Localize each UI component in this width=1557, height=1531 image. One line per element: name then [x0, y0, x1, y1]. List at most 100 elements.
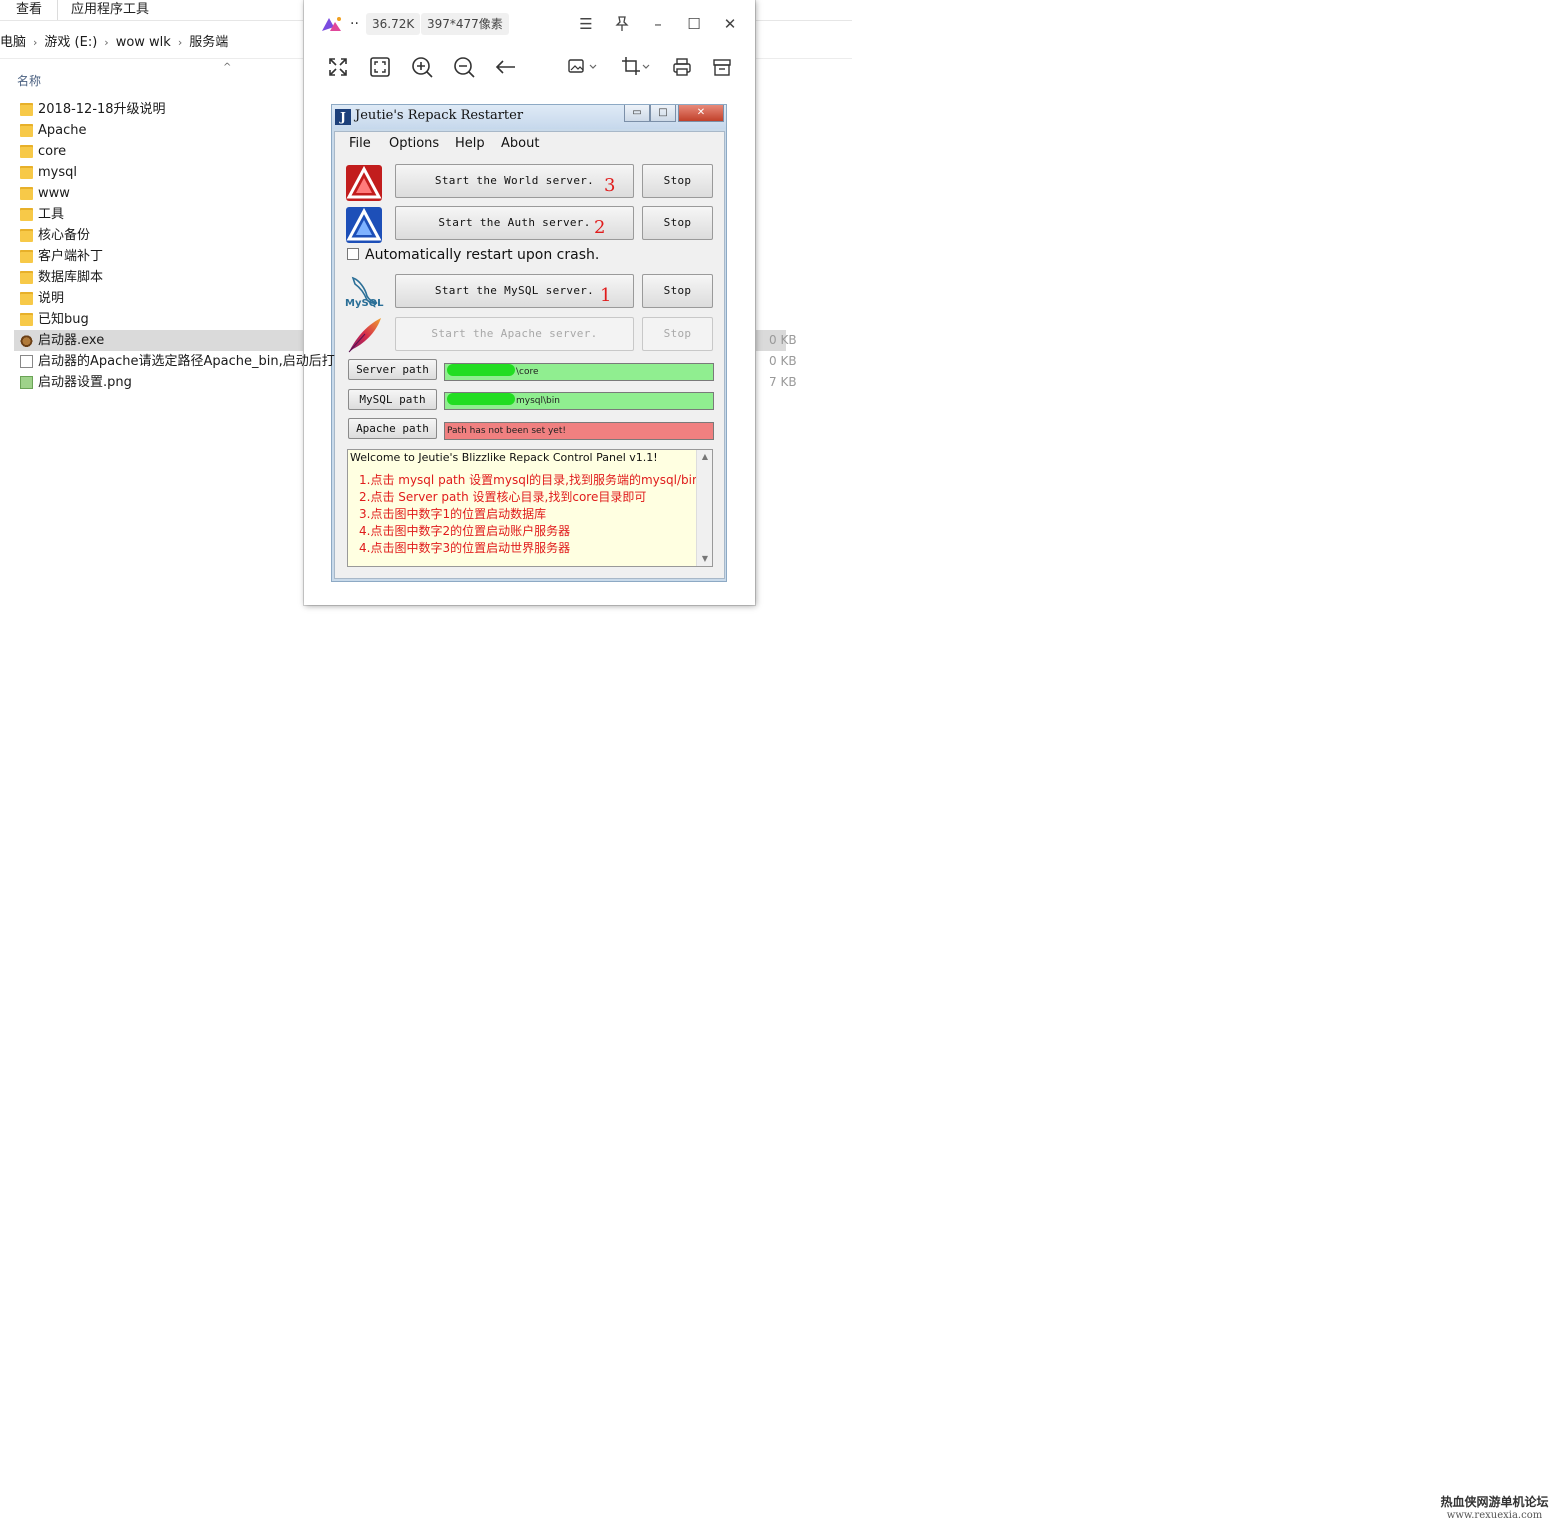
list-item[interactable]: www: [14, 183, 314, 204]
crop-icon[interactable]: [619, 54, 653, 80]
ribbon-tab-app-tools[interactable]: 应用程序工具: [71, 0, 149, 20]
pin-icon[interactable]: [610, 12, 634, 36]
mysql-path-field: mysql\bin: [444, 392, 714, 410]
folder-icon: [20, 313, 33, 326]
back-arrow-icon[interactable]: [493, 54, 519, 80]
menu-icon[interactable]: ☰: [574, 12, 598, 36]
chevron-right-icon: ›: [177, 36, 183, 49]
file-list: 2018-12-18升级说明 Apache core mysql www 工具 …: [14, 99, 797, 393]
list-item[interactable]: mysql: [14, 162, 314, 183]
breadcrumb-item-drive[interactable]: 游戏 (E:): [44, 33, 97, 53]
start-mysql-server-button[interactable]: Start the MySQL server.: [395, 274, 634, 308]
fit-window-icon[interactable]: [367, 54, 393, 80]
list-item[interactable]: 核心备份: [14, 225, 314, 246]
stop-apache-server-button[interactable]: Stop: [642, 317, 713, 351]
menu-options[interactable]: Options: [389, 136, 439, 151]
annotation-number-3: 3: [604, 175, 616, 196]
app-body: File Options Help About Start the World …: [334, 131, 725, 579]
column-header-name[interactable]: 名称: [17, 72, 41, 89]
checkbox-box[interactable]: [347, 248, 359, 260]
image-file-icon: [20, 376, 33, 389]
auto-restart-label: Automatically restart upon crash.: [365, 247, 600, 263]
apache-path-field: Path has not been set yet!: [444, 422, 714, 440]
start-world-server-button[interactable]: Start the World server.: [395, 164, 634, 198]
annotation-number-2: 2: [594, 217, 606, 238]
list-item[interactable]: 工具: [14, 204, 314, 225]
server-path-button[interactable]: Server path: [348, 359, 437, 380]
app-maximize-icon[interactable]: □: [650, 105, 676, 122]
watermark-title: 热血侠网游单机论坛: [1440, 1495, 1549, 1509]
scroll-up-icon[interactable]: ▲: [697, 450, 712, 464]
apache-path-button[interactable]: Apache path: [348, 418, 437, 439]
start-apache-server-button[interactable]: Start the Apache server.: [395, 317, 634, 351]
log-welcome: Welcome to Jeutie's Blizzlike Repack Con…: [350, 451, 658, 464]
breadcrumb-item-server[interactable]: 服务端: [189, 33, 228, 53]
stop-auth-server-button[interactable]: Stop: [642, 206, 713, 240]
maximize-icon[interactable]: ☐: [682, 12, 706, 36]
chevron-right-icon: ›: [104, 36, 109, 49]
auth-server-icon: [346, 207, 382, 243]
folder-icon: [20, 271, 33, 284]
watermark: 热血侠网游单机论坛 www.rexuexia.com: [1437, 1496, 1552, 1522]
scroll-down-icon[interactable]: ▼: [697, 552, 712, 566]
repack-restarter-screenshot: J Jeutie's Repack Restarter ▭ □ ✕ File O…: [331, 104, 727, 582]
delete-icon[interactable]: [709, 54, 735, 80]
mysql-path-button[interactable]: MySQL path: [348, 389, 437, 410]
list-item[interactable]: 客户端补丁: [14, 246, 314, 267]
log-textarea[interactable]: Welcome to Jeutie's Blizzlike Repack Con…: [347, 449, 713, 567]
sort-ascending-icon[interactable]: ^: [223, 62, 231, 73]
menu-bar: File Options Help About: [335, 132, 724, 155]
list-item[interactable]: 2018-12-18升级说明: [14, 99, 314, 120]
redaction-mark: [447, 364, 515, 376]
folder-icon: [20, 145, 33, 158]
minimize-icon[interactable]: –: [646, 12, 670, 36]
folder-icon: [20, 250, 33, 263]
app-close-icon[interactable]: ✕: [678, 105, 724, 122]
file-size: 7 KB: [769, 375, 797, 389]
list-item[interactable]: 说明: [14, 288, 314, 309]
zoom-in-icon[interactable]: [409, 54, 435, 80]
stop-mysql-server-button[interactable]: Stop: [642, 274, 713, 308]
folder-icon: [20, 103, 33, 116]
list-item[interactable]: 启动器设置.png 7 KB: [14, 372, 797, 393]
zoom-out-icon[interactable]: [451, 54, 477, 80]
folder-icon: [20, 187, 33, 200]
log-line: 1.点击 mysql path 设置mysql的目录,找到服务端的mysql/b…: [359, 473, 713, 487]
redaction-mark: [447, 393, 515, 405]
app-title-bar: J Jeutie's Repack Restarter ▭ □ ✕: [332, 105, 726, 129]
world-server-icon: [346, 165, 382, 201]
fullscreen-icon[interactable]: [325, 54, 351, 80]
list-item[interactable]: 数据库脚本: [14, 267, 314, 288]
list-item[interactable]: Apache: [14, 120, 314, 141]
breadcrumb-item-pc[interactable]: 电脑: [0, 33, 26, 53]
auto-restart-checkbox[interactable]: Automatically restart upon crash.: [347, 246, 599, 264]
menu-file[interactable]: File: [349, 136, 371, 151]
watermark-url: www.rexuexia.com: [1446, 1510, 1543, 1521]
close-icon[interactable]: ✕: [718, 12, 742, 36]
menu-about[interactable]: About: [501, 136, 539, 151]
app-title: Jeutie's Repack Restarter: [355, 108, 524, 123]
app-minimize-icon[interactable]: ▭: [624, 105, 650, 122]
image-dimensions-chip: 397*477像素: [421, 13, 509, 35]
apache-feather-icon: [348, 318, 381, 353]
print-icon[interactable]: [669, 54, 695, 80]
log-line: 4.点击图中数字3的位置启动世界服务器: [359, 541, 571, 555]
viewer-logo-icon: [322, 17, 341, 31]
server-path-field: \core: [444, 363, 714, 381]
list-item[interactable]: 已知bug: [14, 309, 314, 330]
breadcrumb: 电脑 › 游戏 (E:) › wow wlk › 服务端: [0, 33, 228, 53]
list-item[interactable]: core: [14, 141, 314, 162]
ribbon-tab-view[interactable]: 查看: [16, 0, 42, 20]
menu-help[interactable]: Help: [455, 136, 485, 151]
breadcrumb-item-wow[interactable]: wow wlk: [116, 33, 171, 53]
log-scrollbar[interactable]: ▲ ▼: [696, 450, 712, 566]
list-item[interactable]: 启动器的Apache请选定路径Apache_bin,启动后打 0 KB: [14, 351, 797, 372]
folder-icon: [20, 208, 33, 221]
mysql-logo-text: MySQL: [345, 298, 384, 309]
chevron-right-icon: ›: [33, 36, 38, 49]
stop-world-server-button[interactable]: Stop: [642, 164, 713, 198]
edit-image-icon[interactable]: [566, 54, 600, 80]
folder-icon: [20, 166, 33, 179]
file-size-chip: 36.72K: [366, 13, 421, 35]
viewer-filename: ..: [350, 12, 359, 28]
